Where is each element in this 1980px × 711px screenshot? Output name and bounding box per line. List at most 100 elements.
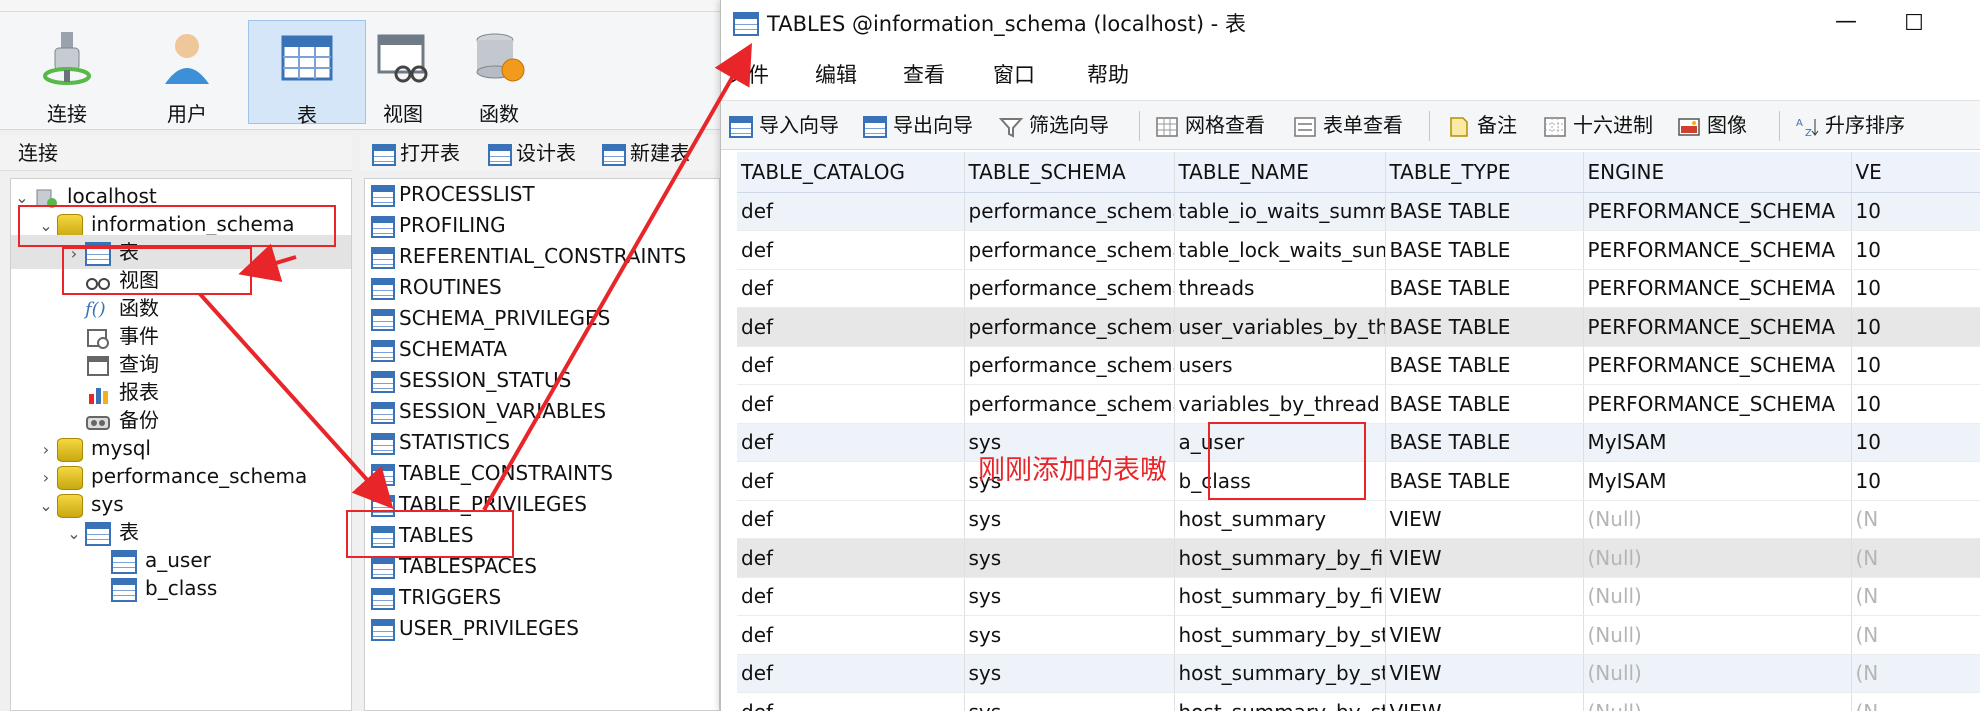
object-list[interactable]: PROCESSLIST PROFILING REFERENTIAL_CONSTR…	[364, 178, 720, 711]
table-cell[interactable]: sys	[964, 538, 1175, 578]
tree-node-b-class[interactable]: b_class	[111, 571, 217, 605]
table-cell[interactable]: def	[737, 346, 965, 385]
table-cell[interactable]: PERFORMANCE_SCHEMA	[1583, 192, 1852, 231]
table-cell[interactable]: VIEW	[1385, 615, 1584, 655]
table-cell-null[interactable]: (Null)	[1583, 538, 1852, 578]
table-row[interactable]: def performance_schema threads BASE TABLE PE…	[737, 269, 1980, 308]
hex-button[interactable]: 十六进制	[1543, 101, 1653, 149]
table-cell[interactable]: 10	[1851, 384, 1980, 424]
table-cell[interactable]: BASE TABLE	[1385, 192, 1584, 231]
table-cell[interactable]: def	[737, 577, 965, 616]
table-row[interactable]: def performance_schema users BASE TABLE PERF…	[737, 346, 1980, 385]
column-header[interactable]: TABLE_TYPE	[1385, 152, 1584, 193]
table-cell[interactable]: sys	[964, 577, 1175, 616]
import-wizard-button[interactable]: 导入向导	[729, 101, 839, 149]
table-cell[interactable]: 10	[1851, 346, 1980, 385]
table-cell[interactable]: 10	[1851, 423, 1980, 462]
table-cell[interactable]: def	[737, 538, 965, 578]
menu-help[interactable]: 帮助	[1087, 50, 1129, 100]
table-cell[interactable]: def	[737, 307, 965, 347]
table-cell-null[interactable]: (Null)	[1583, 577, 1852, 616]
table-cell[interactable]: performance_schema	[964, 384, 1175, 424]
export-wizard-button[interactable]: 导出向导	[863, 101, 973, 149]
user-button[interactable]: 用户	[128, 20, 246, 126]
table-cell[interactable]: VIEW	[1385, 500, 1584, 539]
table-cell-null[interactable]: (N	[1851, 577, 1980, 616]
table-cell[interactable]: BASE TABLE	[1385, 230, 1584, 270]
table-cell[interactable]: sys	[964, 500, 1175, 539]
table-cell[interactable]: host_summary_by_file_io	[1174, 538, 1386, 578]
table-cell-null[interactable]: (N	[1851, 654, 1980, 693]
table-cell[interactable]: performance_schema	[964, 346, 1175, 385]
list-item[interactable]: REFERENTIAL_CONSTRAINTS	[371, 241, 686, 272]
list-item[interactable]: SCHEMATA	[371, 334, 507, 365]
table-row[interactable]: defsyshost_summary_by_statemVIEW(Null)(N	[737, 654, 1980, 693]
table-cell[interactable]: BASE TABLE	[1385, 269, 1584, 308]
table-cell[interactable]: BASE TABLE	[1385, 384, 1584, 424]
list-item[interactable]: SESSION_VARIABLES	[371, 396, 606, 427]
table-cell[interactable]: table_io_waits_summary_b	[1174, 192, 1386, 231]
column-header[interactable]: ENGINE	[1583, 152, 1852, 193]
table-cell[interactable]: PERFORMANCE_SCHEMA	[1583, 307, 1852, 347]
chevron-down-icon[interactable]: ⌄	[35, 489, 57, 523]
column-header[interactable]: TABLE_CATALOG	[737, 152, 965, 193]
menu-view[interactable]: 查看	[903, 50, 945, 100]
table-cell[interactable]: user_variables_by_thread	[1174, 307, 1386, 347]
table-cell[interactable]: sys	[964, 654, 1175, 693]
title-bar[interactable]: TABLES @information_schema (localhost) -…	[721, 0, 1980, 50]
table-cell[interactable]: 10	[1851, 307, 1980, 347]
list-item[interactable]: ROUTINES	[371, 272, 502, 303]
table-cell[interactable]: MyISAM	[1583, 423, 1852, 462]
table-cell[interactable]: host_summary_by_file_io_t	[1174, 577, 1386, 616]
table-row[interactable]: def performance_schema variables_by_thread…	[737, 384, 1980, 424]
table-row[interactable]: def performance_schema user_variables_by_t…	[737, 307, 1980, 347]
list-item[interactable]: TABLE_CONSTRAINTS	[371, 458, 613, 489]
table-cell[interactable]: performance_schema	[964, 269, 1175, 308]
list-item[interactable]: SESSION_STATUS	[371, 365, 571, 396]
table-cell[interactable]: PERFORMANCE_SCHEMA	[1583, 269, 1852, 308]
table-cell[interactable]: threads	[1174, 269, 1386, 308]
filter-wizard-button[interactable]: 筛选向导	[999, 101, 1109, 149]
new-table-button[interactable]: 新建表	[602, 135, 690, 171]
table-cell[interactable]: def	[737, 615, 965, 655]
table-cell[interactable]: def	[737, 230, 965, 270]
list-item[interactable]: TRIGGERS	[371, 582, 501, 613]
functions-button[interactable]: 函数	[440, 20, 558, 126]
column-header[interactable]: TABLE_SCHEMA	[964, 152, 1175, 193]
table-cell[interactable]: 10	[1851, 230, 1980, 270]
table-cell[interactable]: def	[737, 269, 965, 308]
table-cell[interactable]: def	[737, 500, 965, 539]
table-cell[interactable]: host_summary_by_stages	[1174, 615, 1386, 655]
menu-edit[interactable]: 编辑	[815, 50, 857, 100]
table-cell[interactable]: VIEW	[1385, 654, 1584, 693]
table-row[interactable]: def performance_schema table_lock_waits_su…	[737, 230, 1980, 270]
sort-ascending-button[interactable]: A Z 升序排序	[1795, 101, 1905, 149]
memo-button[interactable]: 备注	[1447, 101, 1517, 149]
table-cell-null[interactable]: (Null)	[1583, 500, 1852, 539]
list-item[interactable]: USER_PRIVILEGES	[371, 613, 579, 644]
open-table-button[interactable]: 打开表	[372, 135, 460, 171]
table-cell[interactable]: 10	[1851, 461, 1980, 501]
form-view-button[interactable]: 表单查看	[1293, 101, 1403, 149]
list-item[interactable]: STATISTICS	[371, 427, 510, 458]
table-cell[interactable]: users	[1174, 346, 1386, 385]
table-cell[interactable]: def	[737, 692, 965, 711]
table-cell[interactable]: performance_schema	[964, 230, 1175, 270]
menu-window[interactable]: 窗口	[993, 50, 1035, 100]
column-header[interactable]: TABLE_NAME	[1174, 152, 1386, 193]
table-cell-null[interactable]: (N	[1851, 538, 1980, 578]
table-row[interactable]: defperformance_schematable_io_waits_summ…	[737, 192, 1980, 231]
maximize-button[interactable]: ☐	[1891, 0, 1937, 48]
table-cell[interactable]: BASE TABLE	[1385, 346, 1584, 385]
table-cell[interactable]: def	[737, 654, 965, 693]
table-cell[interactable]: BASE TABLE	[1385, 307, 1584, 347]
table-row[interactable]: defsyshost_summary_by_stagesVIEW(Null)(N	[737, 615, 1980, 655]
table-cell[interactable]: 10	[1851, 269, 1980, 308]
table-cell[interactable]: PERFORMANCE_SCHEMA	[1583, 384, 1852, 424]
table-cell-null[interactable]: (N	[1851, 692, 1980, 711]
list-item[interactable]: PROCESSLIST	[371, 179, 535, 210]
connect-button[interactable]: 连接	[8, 20, 126, 126]
table-cell[interactable]: BASE TABLE	[1385, 423, 1584, 462]
table-cell[interactable]: VIEW	[1385, 692, 1584, 711]
table-cell[interactable]: host_summary	[1174, 500, 1386, 539]
